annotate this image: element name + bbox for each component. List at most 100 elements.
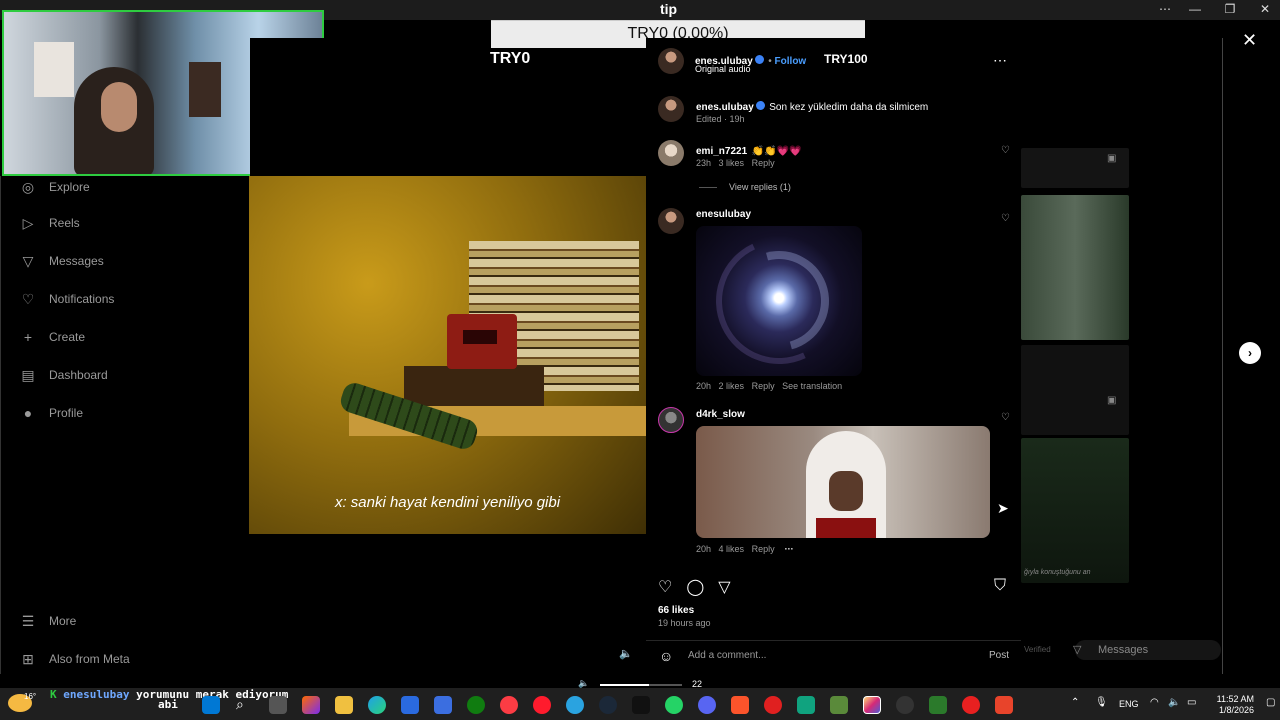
music-icon[interactable] [500, 696, 518, 714]
like-comment-icon[interactable]: ♡ [1001, 213, 1010, 224]
tray-expand-icon[interactable]: ⌃ [1071, 697, 1079, 708]
messages-icon: ▽ [1073, 644, 1082, 656]
close-window-button[interactable]: ✕ [1250, 2, 1280, 16]
comment-more-button[interactable]: ··· [785, 544, 794, 554]
browser-icon[interactable] [995, 696, 1013, 714]
feed-thumbnail [1021, 438, 1129, 583]
clock[interactable]: 11:52 AM 1/8/2026 [1208, 694, 1254, 716]
edge-icon[interactable] [368, 696, 386, 714]
visual-studio-code-icon[interactable] [434, 696, 452, 714]
copilot-icon[interactable] [302, 696, 320, 714]
messages-label[interactable]: Messages [1098, 644, 1148, 656]
minecraft-icon[interactable] [830, 696, 848, 714]
volume-icon[interactable]: 🔈 [619, 647, 635, 663]
next-post-button[interactable]: › [1239, 342, 1261, 364]
view-replies-button[interactable]: View replies (1) [729, 182, 791, 192]
sidebar-item-notifications[interactable]: ♡ Notifications [19, 290, 115, 308]
author-avatar[interactable] [658, 48, 684, 74]
tiktok-icon[interactable] [632, 696, 650, 714]
streamlabs-icon[interactable] [929, 696, 947, 714]
sidebar-item-reels[interactable]: ▷ Reels [19, 214, 80, 232]
comment-likes[interactable]: 3 likes [719, 158, 745, 168]
task-view-icon[interactable] [269, 696, 287, 714]
bookmark-icon[interactable]: ⛉ [994, 577, 1006, 595]
assassin-gif[interactable] [696, 426, 990, 538]
comment-text: 👏👏💗💗 [751, 146, 802, 157]
galaxy-gif[interactable] [696, 226, 862, 376]
emoji-icon[interactable]: ☺ [659, 648, 673, 664]
like-icon[interactable]: ♡ [658, 577, 672, 597]
brave-icon[interactable] [731, 696, 749, 714]
see-translation-button[interactable]: See translation [782, 381, 842, 391]
speaker-tray-icon[interactable]: 🔈 [1168, 697, 1180, 708]
close-modal-button[interactable]: ✕ [1242, 30, 1257, 51]
sidebar-item-dashboard[interactable]: ▤ Dashboard [19, 366, 108, 384]
discord-icon[interactable] [698, 696, 716, 714]
opera-icon[interactable] [533, 696, 551, 714]
volume-slider[interactable] [600, 684, 682, 686]
telegram-icon[interactable] [566, 696, 584, 714]
compass-icon: ◎ [21, 178, 35, 195]
wifi-icon[interactable]: ◠ [1150, 697, 1159, 708]
microphone-icon[interactable]: 🎙 [1095, 697, 1108, 708]
more-icon[interactable]: ⋯ [1150, 2, 1180, 16]
sidebar-item-also-from-meta[interactable]: ⊞ Also from Meta [19, 650, 130, 668]
comment-meta: 20h 4 likes Reply ··· [696, 544, 794, 554]
caption-avatar[interactable] [658, 96, 684, 122]
windows-start-icon[interactable] [202, 696, 220, 714]
audio-label[interactable]: Original audio [695, 64, 751, 74]
comment-user[interactable]: d4rk_slow [696, 409, 745, 420]
sidebar-item-messages[interactable]: ▽ Messages [19, 252, 104, 270]
sidebar-item-label: Dashboard [49, 368, 108, 382]
instagram-icon[interactable] [863, 696, 881, 714]
xbox-icon[interactable] [467, 696, 485, 714]
store-icon[interactable] [401, 696, 419, 714]
reel-video[interactable] [249, 176, 646, 534]
share-icon[interactable]: ▽ [718, 577, 730, 597]
likes-count[interactable]: 66 likes [658, 605, 694, 616]
comment-user[interactable]: emi_n7221 [696, 146, 747, 157]
file-explorer-icon[interactable] [335, 696, 353, 714]
like-comment-icon[interactable]: ♡ [1001, 412, 1010, 423]
sidebar-item-profile[interactable]: ● Profile [19, 404, 83, 422]
notification-icon[interactable]: ▢ [1266, 697, 1275, 708]
battery-icon[interactable]: ▭ [1187, 697, 1196, 708]
reply-button[interactable]: Reply [752, 544, 775, 554]
sidebar-item-label: Also from Meta [49, 652, 130, 666]
post-comment-button[interactable]: Post [989, 650, 1009, 661]
window-title: tip [660, 1, 678, 17]
chat-app-icon[interactable] [797, 696, 815, 714]
more-options-icon[interactable]: ⋯ [993, 52, 1007, 69]
caption-author[interactable]: enes.ulubay [696, 102, 754, 113]
reply-button[interactable]: Reply [752, 158, 775, 168]
sidebar-item-explore[interactable]: ◎ Explore [19, 178, 90, 196]
meta-verified-link[interactable]: Verified [1024, 645, 1051, 654]
sidebar-item-more[interactable]: ☰ More [19, 612, 77, 630]
follow-button[interactable]: Follow [775, 56, 807, 67]
search-icon[interactable]: ⌕ [236, 696, 254, 714]
reply-button[interactable]: Reply [752, 381, 775, 391]
sidebar-item-create[interactable]: + Create [19, 328, 85, 346]
comment-avatar[interactable] [658, 208, 684, 234]
clock-date: 1/8/2026 [1218, 705, 1254, 715]
whatsapp-icon[interactable] [665, 696, 683, 714]
comment-input[interactable]: Add a comment... [688, 650, 766, 661]
comment-user[interactable]: enesulubay [696, 209, 751, 220]
comment-icon[interactable]: ◯ [686, 577, 704, 597]
comment-avatar[interactable] [658, 407, 684, 433]
restore-button[interactable]: ❐ [1215, 2, 1245, 16]
obs-icon[interactable] [896, 696, 914, 714]
media-player-icon[interactable] [764, 696, 782, 714]
like-comment-icon[interactable]: ♡ [1001, 145, 1010, 156]
steam-icon[interactable] [599, 696, 617, 714]
comment-likes[interactable]: 4 likes [719, 544, 745, 554]
youtube-icon[interactable] [962, 696, 980, 714]
comment-likes[interactable]: 2 likes [719, 381, 745, 391]
chat-line-2: abi [158, 698, 178, 711]
language-indicator[interactable]: ENG [1119, 699, 1139, 709]
cursor-icon: ➤ [997, 500, 1009, 516]
comment-time: 20h [696, 381, 712, 391]
minimize-button[interactable]: — [1180, 2, 1210, 16]
comment-avatar[interactable] [658, 140, 684, 166]
heart-icon: ♡ [21, 290, 35, 307]
